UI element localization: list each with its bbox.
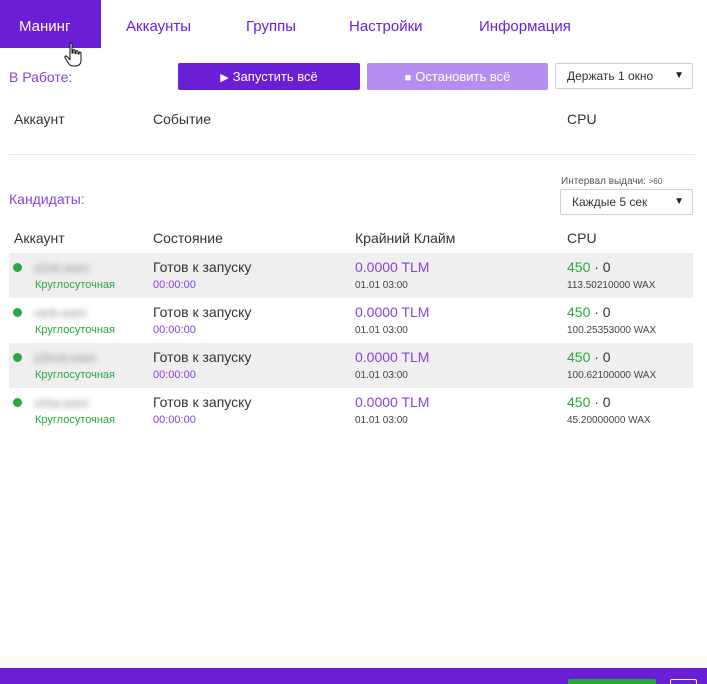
account-mode: Круглосуточная [35, 324, 116, 336]
row-cpu: 450 · 0 [567, 259, 611, 275]
row-cpu-rest: · 0 [590, 259, 611, 275]
work-col-event: Событие [153, 111, 211, 127]
row-cpu-rest: · 0 [590, 304, 611, 320]
window-count-select[interactable]: Держать 1 окно ▼ [555, 63, 693, 89]
row-tlm: 0.0000 TLM [355, 349, 430, 365]
interval-caption-small: >60 [648, 177, 663, 186]
row-tlm: 0.0000 TLM [355, 259, 430, 275]
cand-col-cpu: CPU [567, 230, 597, 246]
row-date: 01.01 03:00 [355, 280, 408, 291]
candidates-label: Кандидаты: [9, 191, 85, 207]
status-dot-icon [13, 308, 22, 317]
table-row: zirbg.wam Круглосуточная Готов к запуску… [9, 388, 693, 433]
chevron-down-icon: ▼ [674, 196, 684, 207]
row-timer: 00:00:00 [153, 369, 196, 381]
stop-all-label: Остановить всё [415, 69, 511, 84]
row-state: Готов к запуску [153, 394, 252, 410]
main-tabs: Манинг Аккаунты Группы Настройки Информа… [0, 0, 707, 48]
in-work-label: В Работе: [9, 69, 73, 85]
row-cpu-value: 450 [567, 259, 591, 275]
hand-pointer-icon [64, 42, 82, 67]
row-cpu: 450 · 0 [567, 394, 611, 410]
status-dot-icon [13, 263, 22, 272]
account-name: a3hnb.wam [34, 351, 97, 363]
interval-caption-text: Интервал выдачи: [561, 176, 646, 187]
cand-col-state: Состояние [153, 230, 223, 246]
play-icon: ▶ [220, 72, 229, 84]
account-name: zirbg.wam [34, 396, 89, 408]
row-timer: 00:00:00 [153, 324, 196, 336]
account-mode: Круглосуточная [35, 369, 116, 381]
cand-col-claim: Крайний Клайм [355, 230, 456, 246]
row-wax: 100.62100000 WAX [567, 370, 657, 381]
stop-icon: ■ [404, 72, 412, 84]
status-dot-icon [13, 398, 22, 407]
row-tlm: 0.0000 TLM [355, 304, 430, 320]
tab-info[interactable]: Информация [479, 0, 571, 48]
table-row: rqnb.wam Круглосуточная Готов к запуску … [9, 298, 693, 343]
start-all-button[interactable]: ▶ Запустить всё [178, 63, 360, 90]
account-mode: Круглосуточная [35, 279, 116, 291]
row-date: 01.01 03:00 [355, 370, 408, 381]
row-cpu: 450 · 0 [567, 304, 611, 320]
tab-settings[interactable]: Настройки [349, 0, 423, 48]
work-col-cpu: CPU [567, 111, 597, 127]
row-state: Готов к запуску [153, 304, 252, 320]
account-name: a2eb.wam [34, 261, 90, 273]
interval-select[interactable]: Каждые 5 сек ▼ [560, 189, 693, 215]
row-cpu-value: 450 [567, 349, 591, 365]
footer-secondary-button[interactable] [670, 679, 697, 684]
row-wax: 113.50210000 WAX [567, 280, 656, 291]
section-divider [9, 154, 695, 155]
row-wax: 45.20000000 WAX [567, 415, 651, 426]
tab-mining[interactable]: Манинг [0, 0, 101, 48]
account-mode: Круглосуточная [35, 414, 116, 426]
tab-accounts[interactable]: Аккаунты [126, 0, 191, 48]
status-dot-icon [13, 353, 22, 362]
interval-value: Каждые 5 сек [572, 195, 648, 209]
footer-action-button[interactable] [568, 679, 656, 684]
row-state: Готов к запуску [153, 349, 252, 365]
start-all-label: Запустить всё [232, 69, 318, 84]
row-timer: 00:00:00 [153, 414, 196, 426]
interval-caption: Интервал выдачи: >60 [561, 176, 662, 187]
tab-groups[interactable]: Группы [246, 0, 296, 48]
chevron-down-icon: ▼ [674, 70, 684, 81]
row-cpu-value: 450 [567, 394, 591, 410]
row-wax: 100.25353000 WAX [567, 325, 657, 336]
row-cpu-rest: · 0 [590, 349, 611, 365]
table-row: a2eb.wam Круглосуточная Готов к запуску … [9, 253, 693, 298]
stop-all-button[interactable]: ■ Остановить всё [367, 63, 548, 90]
window-count-value: Держать 1 окно [567, 69, 654, 83]
row-timer: 00:00:00 [153, 279, 196, 291]
work-col-account: Аккаунт [14, 111, 65, 127]
account-name: rqnb.wam [34, 306, 87, 318]
table-row: a3hnb.wam Круглосуточная Готов к запуску… [9, 343, 693, 388]
row-tlm: 0.0000 TLM [355, 394, 430, 410]
row-cpu: 450 · 0 [567, 349, 611, 365]
row-cpu-rest: · 0 [590, 394, 611, 410]
cand-col-account: Аккаунт [14, 230, 65, 246]
row-state: Готов к запуску [153, 259, 252, 275]
row-date: 01.01 03:00 [355, 325, 408, 336]
row-cpu-value: 450 [567, 304, 591, 320]
row-date: 01.01 03:00 [355, 415, 408, 426]
